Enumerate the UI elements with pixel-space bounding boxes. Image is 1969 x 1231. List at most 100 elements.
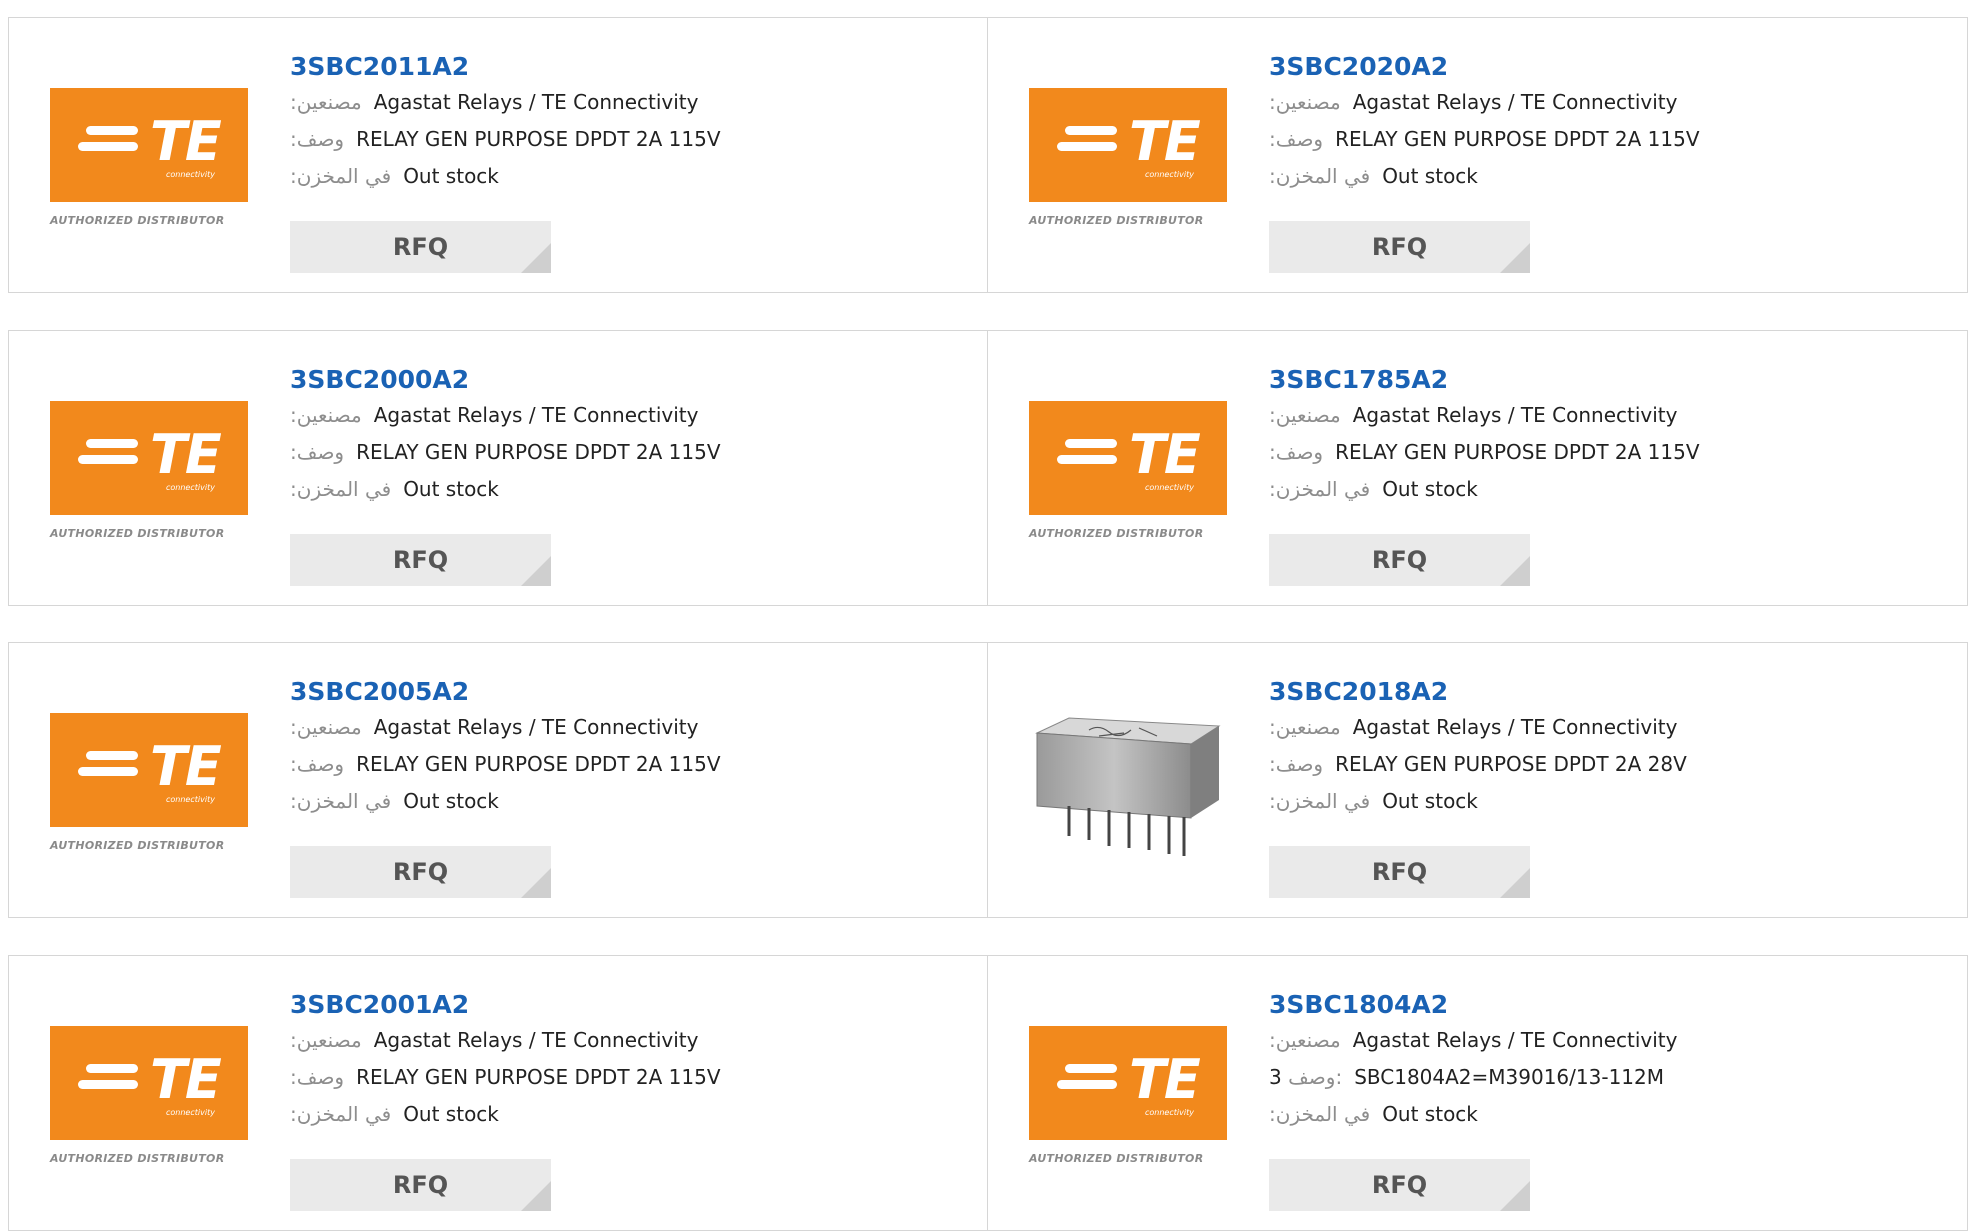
description-value: RELAY GEN PURPOSE DPDT 2A 115V — [1335, 440, 1700, 464]
part-number-link[interactable]: 3SBC2020A2 — [1269, 50, 1700, 84]
te-logo-text: TE — [1129, 1048, 1201, 1111]
te-logo-text: TE — [1129, 110, 1201, 173]
part-number-link[interactable]: 3SBC2005A2 — [290, 675, 721, 709]
description-row: :وصف RELAY GEN PURPOSE DPDT 2A 115V — [290, 434, 721, 471]
stock-value: Out stock — [1382, 1102, 1478, 1126]
product-thumbnail[interactable]: TE connectivity AUTHORIZED DISTRIBUTOR — [1029, 1026, 1227, 1168]
part-number-link[interactable]: 3SBC2018A2 — [1269, 675, 1687, 709]
manufacturer-label: :مصنعين — [290, 90, 362, 114]
stock-label: :في المخزن — [290, 1102, 392, 1126]
stock-value: Out stock — [403, 789, 499, 813]
product-thumbnail[interactable] — [1029, 713, 1227, 856]
manufacturer-value: Agastat Relays / TE Connectivity — [1352, 90, 1678, 114]
te-logo-text: TE — [150, 423, 222, 486]
part-number-link[interactable]: 3SBC1804A2 — [1269, 988, 1677, 1022]
manufacturer-row: :مصنعين Agastat Relays / TE Connectivity — [1269, 1022, 1677, 1059]
rfq-label: RFQ — [1371, 546, 1428, 574]
rfq-label: RFQ — [392, 233, 449, 261]
corner-decoration — [1500, 243, 1530, 273]
stock-label: :في المخزن — [290, 789, 392, 813]
rfq-button[interactable]: RFQ — [290, 534, 551, 586]
stock-label: :في المخزن — [290, 164, 392, 188]
rfq-button[interactable]: RFQ — [1269, 1159, 1530, 1211]
rfq-button[interactable]: RFQ — [1269, 846, 1530, 898]
product-thumbnail[interactable]: TE connectivity AUTHORIZED DISTRIBUTOR — [50, 713, 248, 855]
stock-value: Out stock — [403, 477, 499, 501]
manufacturer-row: :مصنعين Agastat Relays / TE Connectivity — [1269, 84, 1700, 121]
rfq-button[interactable]: RFQ — [290, 1159, 551, 1211]
te-logo-sub: connectivity — [166, 795, 215, 804]
stock-row: :في المخزن Out stock — [290, 471, 721, 508]
stock-label: :في المخزن — [1269, 477, 1371, 501]
manufacturer-value: Agastat Relays / TE Connectivity — [1352, 1028, 1678, 1052]
te-logo: TE connectivity — [1029, 1026, 1227, 1140]
manufacturer-label: :مصنعين — [1269, 90, 1341, 114]
te-logo: TE connectivity — [50, 401, 248, 515]
manufacturer-label: :مصنعين — [290, 1028, 362, 1052]
product-card: TE connectivity AUTHORIZED DISTRIBUTOR 3… — [987, 330, 1968, 606]
te-logo-text: TE — [150, 735, 222, 798]
corner-decoration — [521, 868, 551, 898]
product-thumbnail[interactable]: TE connectivity AUTHORIZED DISTRIBUTOR — [50, 88, 248, 230]
part-number-link[interactable]: 3SBC2001A2 — [290, 988, 721, 1022]
manufacturer-value: Agastat Relays / TE Connectivity — [373, 715, 699, 739]
stock-value: Out stock — [403, 164, 499, 188]
stock-row: :في المخزن Out stock — [1269, 783, 1687, 820]
description-row: :وصف RELAY GEN PURPOSE DPDT 2A 115V — [1269, 434, 1700, 471]
authorized-distributor-caption: AUTHORIZED DISTRIBUTOR — [1029, 527, 1204, 540]
te-logo: TE connectivity — [50, 1026, 248, 1140]
product-card: TE connectivity AUTHORIZED DISTRIBUTOR 3… — [987, 955, 1968, 1231]
product-card: TE connectivity AUTHORIZED DISTRIBUTOR 3… — [8, 642, 989, 918]
description-row: :وصف RELAY GEN PURPOSE DPDT 2A 115V — [1269, 121, 1700, 158]
manufacturer-value: Agastat Relays / TE Connectivity — [1352, 403, 1678, 427]
manufacturer-label: :مصنعين — [1269, 715, 1341, 739]
manufacturer-label: :مصنعين — [290, 715, 362, 739]
description-label: :وصف — [290, 752, 345, 776]
manufacturer-row: :مصنعين Agastat Relays / TE Connectivity — [290, 709, 721, 746]
description-label: :وصف — [1269, 127, 1324, 151]
rfq-button[interactable]: RFQ — [290, 846, 551, 898]
corner-decoration — [521, 243, 551, 273]
part-number-link[interactable]: 3SBC1785A2 — [1269, 363, 1700, 397]
corner-decoration — [1500, 868, 1530, 898]
manufacturer-label: :مصنعين — [1269, 403, 1341, 427]
authorized-distributor-caption: AUTHORIZED DISTRIBUTOR — [1029, 1152, 1204, 1165]
manufacturer-label: :مصنعين — [290, 403, 362, 427]
stock-label: :في المخزن — [1269, 789, 1371, 813]
te-logo-sub: connectivity — [166, 1108, 215, 1117]
rfq-label: RFQ — [392, 546, 449, 574]
rfq-button[interactable]: RFQ — [1269, 534, 1530, 586]
product-thumbnail[interactable]: TE connectivity AUTHORIZED DISTRIBUTOR — [1029, 401, 1227, 543]
product-thumbnail[interactable]: TE connectivity AUTHORIZED DISTRIBUTOR — [50, 401, 248, 543]
authorized-distributor-caption: AUTHORIZED DISTRIBUTOR — [50, 527, 225, 540]
description-value: RELAY GEN PURPOSE DPDT 2A 115V — [356, 1065, 721, 1089]
rfq-button[interactable]: RFQ — [1269, 221, 1530, 273]
description-value: RELAY GEN PURPOSE DPDT 2A 115V — [356, 127, 721, 151]
product-card: TE connectivity AUTHORIZED DISTRIBUTOR 3… — [8, 955, 989, 1231]
description-label: :وصف — [290, 127, 345, 151]
authorized-distributor-caption: AUTHORIZED DISTRIBUTOR — [50, 839, 225, 852]
product-thumbnail[interactable]: TE connectivity AUTHORIZED DISTRIBUTOR — [50, 1026, 248, 1168]
description-label: :وصف — [290, 440, 345, 464]
description-prefix: 3 — [1269, 1065, 1282, 1089]
part-number-link[interactable]: 3SBC2000A2 — [290, 363, 721, 397]
te-logo: TE connectivity — [1029, 88, 1227, 202]
product-thumbnail[interactable]: TE connectivity AUTHORIZED DISTRIBUTOR — [1029, 88, 1227, 230]
stock-label: :في المخزن — [1269, 1102, 1371, 1126]
stock-value: Out stock — [1382, 477, 1478, 501]
manufacturer-value: Agastat Relays / TE Connectivity — [373, 403, 699, 427]
product-card: TE connectivity AUTHORIZED DISTRIBUTOR 3… — [8, 17, 989, 293]
rfq-button[interactable]: RFQ — [290, 221, 551, 273]
description-row: :وصف RELAY GEN PURPOSE DPDT 2A 115V — [290, 746, 721, 783]
stock-label: :في المخزن — [290, 477, 392, 501]
manufacturer-row: :مصنعين Agastat Relays / TE Connectivity — [290, 84, 721, 121]
te-logo-sub: connectivity — [1145, 483, 1194, 492]
relay-photo — [1035, 717, 1221, 856]
rfq-label: RFQ — [1371, 233, 1428, 261]
rfq-label: RFQ — [1371, 1171, 1428, 1199]
product-card: TE connectivity AUTHORIZED DISTRIBUTOR 3… — [987, 17, 1968, 293]
authorized-distributor-caption: AUTHORIZED DISTRIBUTOR — [1029, 214, 1204, 227]
corner-decoration — [521, 556, 551, 586]
description-row: :وصف RELAY GEN PURPOSE DPDT 2A 28V — [1269, 746, 1687, 783]
part-number-link[interactable]: 3SBC2011A2 — [290, 50, 721, 84]
